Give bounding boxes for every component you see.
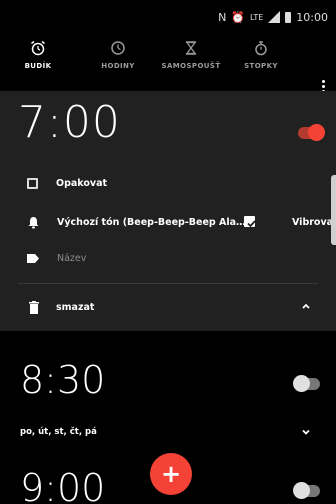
chevron-up-icon[interactable] [300,300,312,312]
chevron-down-icon[interactable] [300,426,312,438]
tab-label: BUDÍK [24,62,52,70]
trash-icon [29,300,39,314]
divider [18,283,318,284]
alarm-time[interactable]: 7:00 [18,97,121,148]
hourglass-icon [185,41,197,55]
tab-stopky[interactable]: STOPKY [238,34,284,70]
stopwatch-icon [255,41,267,56]
tab-label: SAMOSPOUŠŤ [161,62,221,70]
repeat-row[interactable]: Opakovat [0,173,336,193]
vibrate-checkbox[interactable] [244,216,256,228]
battery-icon [285,11,292,23]
tab-label: STOPKY [244,62,278,70]
status-time: 10:00 [296,10,328,24]
label-tag-icon [27,253,39,263]
alarm-toggle[interactable] [298,124,325,141]
ringtone-label[interactable]: Výchozí tón (Beep-Beep-Beep Ala… [57,217,246,228]
toggle-knob [308,124,325,141]
alarm-clock-icon [31,40,45,56]
bell-icon [28,216,39,228]
delete-row[interactable]: smazat [0,296,336,318]
clock-icon [111,41,125,55]
tab-hodiny[interactable]: HODINY [96,34,140,70]
alarm-icon: ⏰ [231,10,245,24]
delete-label: smazat [56,301,95,313]
ringtone-row: Výchozí tón (Beep-Beep-Beep Ala… Vibrova… [0,211,336,233]
alarm-card-expanded[interactable]: 7:00 Opakovat Výchozí tón (Beep-Beep-Bee… [0,91,336,331]
tab-bar: BUDÍK HODINY SAMOSPOUŠŤ STOPKY [0,34,336,93]
side-edge-handle [331,175,336,245]
toggle-knob [293,482,310,499]
alarm-toggle[interactable] [293,375,320,392]
alarm-time[interactable]: 8:30 [20,358,105,402]
alarm-toggle[interactable] [293,482,320,499]
signal-icon [268,11,281,23]
alarm-days: po, út, st, čt, pá [20,427,97,437]
repeat-checkbox[interactable] [27,177,38,189]
toggle-knob [293,375,310,392]
add-alarm-button[interactable]: + [150,453,192,495]
nfc-icon: N [218,10,227,24]
tab-label: HODINY [101,62,135,70]
vibrate-label[interactable]: Vibrovat [292,217,336,228]
tab-budik[interactable]: BUDÍK [20,34,56,70]
check-icon [247,220,256,228]
repeat-label: Opakovat [56,177,108,189]
alarm-label-row[interactable]: Název [0,248,336,268]
alarm-label-placeholder[interactable]: Název [57,253,86,264]
clock-app: N ⏰ LTE 10:00 BUDÍK HODINY SAMOSPOUŠŤ ST… [0,0,336,504]
network-icon: LTE [250,12,264,22]
alarm-time[interactable]: 9:00 [20,466,105,504]
status-bar: N ⏰ LTE 10:00 [0,0,336,34]
tab-samospoust[interactable]: SAMOSPOUŠŤ [158,34,224,70]
